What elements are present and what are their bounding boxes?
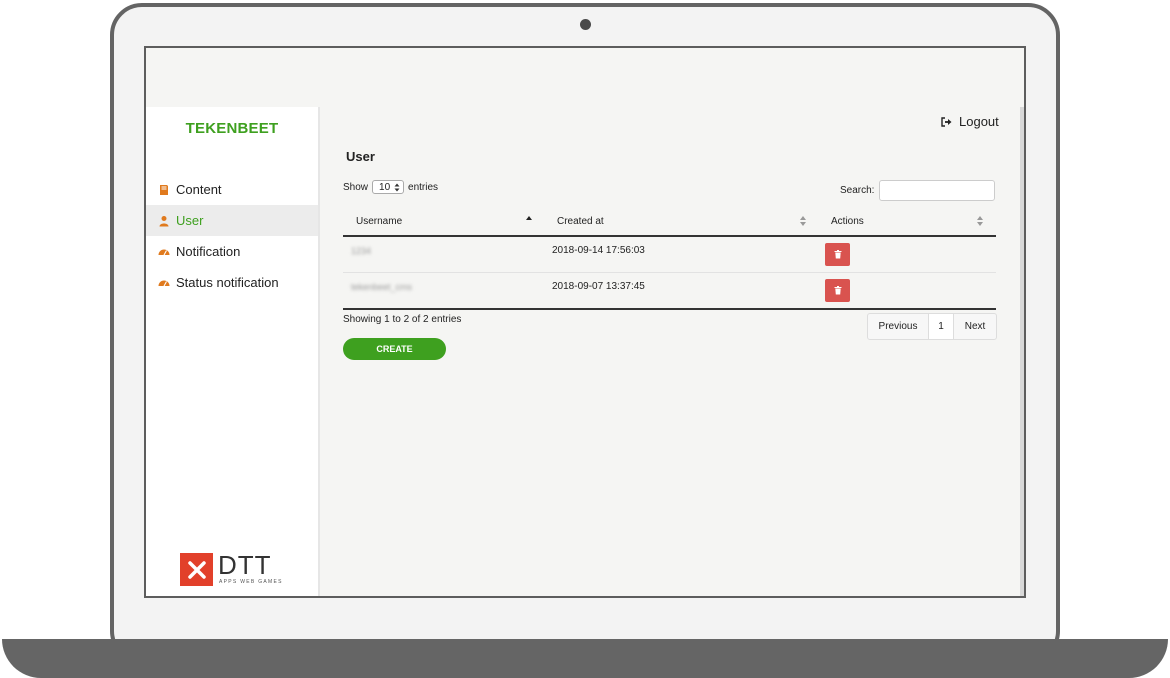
dtt-logo-text: DTT [218, 550, 272, 580]
users-table: Username Created at Actions 1234 2018-09… [343, 208, 996, 310]
sidebar: TEKENBEET Content User Notification Stat… [146, 107, 320, 596]
select-arrows-icon [394, 183, 400, 191]
sort-both-icon [800, 216, 806, 226]
column-label: Username [356, 216, 403, 227]
column-label: Actions [831, 216, 864, 227]
cell-username: tekenbeet_cms [351, 281, 413, 292]
page-length-select[interactable]: 10 [372, 180, 405, 194]
sidebar-nav: Content User Notification Status notific… [146, 174, 318, 298]
pagination-next[interactable]: Next [954, 314, 996, 339]
table-row: tekenbeet_cms 2018-09-07 13:37:45 [343, 273, 996, 310]
column-header-username[interactable]: Username [356, 208, 402, 235]
sidebar-item-content[interactable]: Content [146, 174, 318, 205]
sort-both-icon [977, 216, 983, 226]
column-header-actions[interactable]: Actions [831, 208, 864, 235]
page-title: User [346, 149, 375, 164]
search-control: Search: [840, 180, 996, 201]
delete-button[interactable] [825, 243, 850, 266]
scrollbar[interactable] [1020, 107, 1024, 596]
sidebar-item-label: Status notification [176, 275, 279, 290]
logout-label: Logout [959, 114, 999, 129]
dtt-logo-tagline: APPS WEB GAMES [219, 579, 283, 585]
pagination-previous[interactable]: Previous [868, 314, 929, 339]
sign-out-icon [941, 116, 952, 127]
cell-created-at: 2018-09-14 17:56:03 [552, 245, 645, 256]
table-info: Showing 1 to 2 of 2 entries [343, 314, 462, 325]
page-length-value: 10 [379, 181, 391, 193]
cross-icon [187, 560, 206, 579]
user-icon [159, 215, 169, 226]
dtt-logo-mark [180, 553, 213, 586]
trash-icon [834, 286, 841, 295]
column-label: Created at [557, 216, 604, 227]
brand-title: TEKENBEET [185, 120, 279, 137]
sort-asc-icon [526, 216, 532, 220]
sidebar-item-user[interactable]: User [146, 205, 318, 236]
book-icon [160, 184, 168, 195]
trash-icon [834, 250, 841, 259]
search-label: Search: [840, 185, 875, 196]
pagination-page-1[interactable]: 1 [929, 314, 954, 339]
page-length-control: Show 10 entries [343, 180, 438, 194]
sidebar-item-notification[interactable]: Notification [146, 236, 318, 267]
delete-button[interactable] [825, 279, 850, 302]
pagination: Previous 1 Next [867, 313, 997, 340]
app-screen: TEKENBEET Content User Notification Stat… [144, 46, 1026, 598]
sidebar-item-label: User [176, 213, 204, 228]
entries-label: entries [408, 181, 439, 193]
dtt-logo: DTT APPS WEB GAMES [180, 550, 290, 589]
column-header-created-at[interactable]: Created at [557, 208, 604, 235]
show-label: Show [343, 181, 369, 193]
search-input[interactable] [879, 180, 996, 201]
logout-button[interactable]: Logout [941, 114, 999, 129]
table-header: Username Created at Actions [343, 208, 996, 237]
webcam [580, 19, 591, 30]
sidebar-item-label: Notification [176, 244, 241, 259]
sidebar-item-status-notification[interactable]: Status notification [146, 267, 318, 298]
cell-created-at: 2018-09-07 13:37:45 [552, 281, 645, 292]
table-row: 1234 2018-09-14 17:56:03 [343, 237, 996, 273]
dashboard-icon [158, 280, 170, 286]
dashboard-icon [158, 249, 170, 255]
create-button[interactable]: CREATE [343, 338, 446, 360]
laptop-base [2, 639, 1168, 678]
cell-username: 1234 [351, 245, 372, 256]
sidebar-item-label: Content [176, 182, 222, 197]
